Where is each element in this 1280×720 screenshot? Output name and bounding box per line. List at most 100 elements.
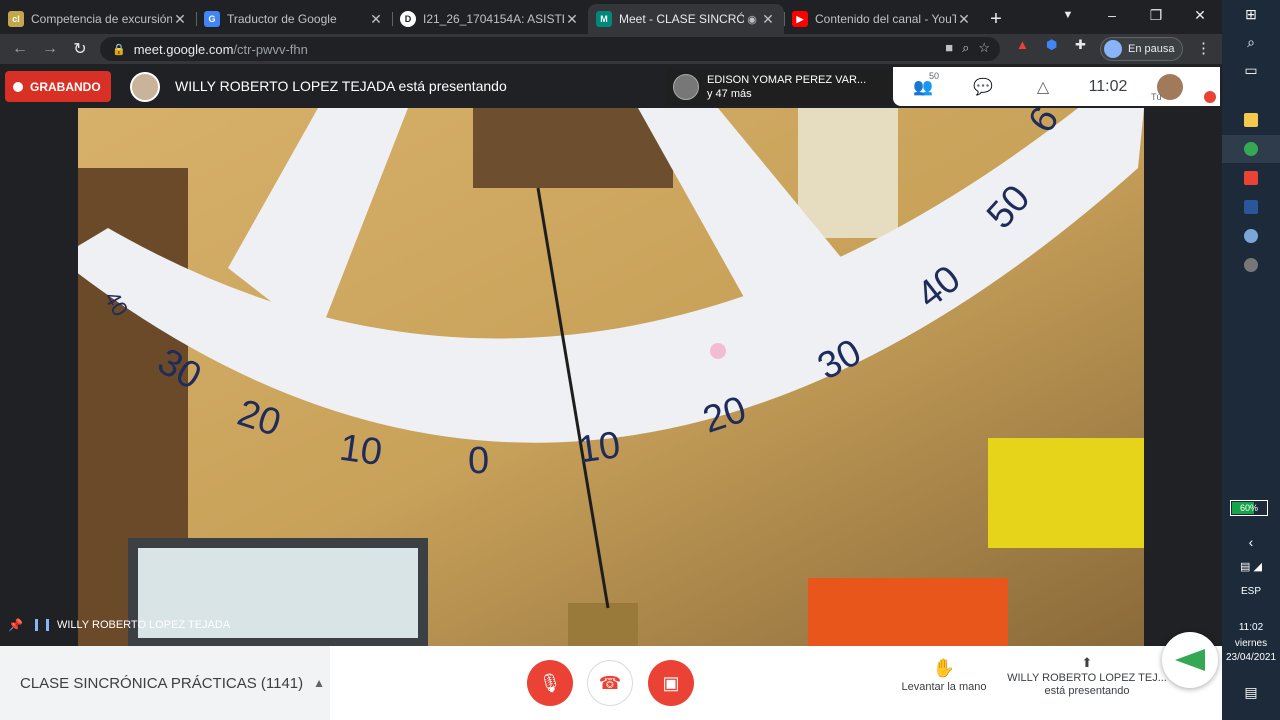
close-icon[interactable]: ✕ bbox=[956, 11, 972, 28]
close-icon[interactable]: ✕ bbox=[172, 11, 188, 28]
menu-kebab-icon[interactable]: ⋮ bbox=[1196, 39, 1211, 57]
clock-day[interactable]: viernes bbox=[1222, 638, 1280, 650]
recording-badge: GRABANDO bbox=[5, 71, 111, 102]
battery-indicator[interactable]: 60% bbox=[1230, 500, 1268, 516]
back-icon[interactable]: ← bbox=[5, 40, 35, 58]
extensions-puzzle-icon[interactable]: ✚ bbox=[1075, 37, 1086, 53]
language-indicator[interactable]: ESP bbox=[1222, 586, 1280, 598]
shield-extension-icon[interactable]: ⬢ bbox=[1046, 37, 1057, 53]
meeting-clock: 11:02 bbox=[1088, 77, 1128, 95]
chrome-icon[interactable] bbox=[1222, 135, 1280, 163]
camera-toggle-button[interactable]: ▣ bbox=[648, 660, 694, 706]
wall-frame bbox=[473, 108, 673, 188]
acrobat-icon[interactable] bbox=[1222, 164, 1280, 192]
hang-up-button[interactable]: ☎ bbox=[587, 660, 633, 706]
tab-asistencia[interactable]: D I21_26_1704154A: ASISTENC ✕ bbox=[392, 4, 588, 34]
chevron-up-icon: ▲ bbox=[313, 676, 326, 690]
camera-icon[interactable]: ■ bbox=[945, 40, 953, 56]
new-tab-button[interactable]: + bbox=[980, 4, 1012, 34]
camera-off-icon: ▣ bbox=[662, 672, 680, 693]
close-window-button[interactable]: ✕ bbox=[1178, 0, 1222, 30]
close-icon[interactable]: ✕ bbox=[368, 11, 384, 28]
participant-count: 50 bbox=[929, 70, 940, 81]
url-path: /ctr-pwvv-fhn bbox=[233, 41, 308, 57]
address-bar[interactable]: 🔒 meet.google.com /ctr-pwvv-fhn ■ ⌕ ☆ bbox=[100, 37, 1000, 61]
omnibox-actions: ■ ⌕ ☆ bbox=[945, 40, 990, 56]
meet-top-bar: GRABANDO WILLY ROBERTO LOPEZ TEJADA está… bbox=[0, 64, 1222, 106]
close-icon[interactable]: ✕ bbox=[760, 11, 776, 28]
tab-search-icon[interactable]: ▼ bbox=[1046, 0, 1090, 30]
mic-toggle-button[interactable]: 🎙 bbox=[527, 660, 573, 706]
raise-hand-button[interactable]: ✋ Levantar la mano bbox=[892, 658, 996, 693]
zoom-icon[interactable]: ⌕ bbox=[962, 40, 969, 56]
windows-start-icon[interactable]: ⊞ bbox=[1222, 0, 1280, 28]
notifications-icon[interactable]: ▤ bbox=[1222, 678, 1280, 706]
audio-level-icon bbox=[34, 619, 49, 631]
clock-date[interactable]: 23/04/2021 bbox=[1222, 652, 1280, 664]
network-icon[interactable]: ▤ ◢ bbox=[1222, 552, 1280, 580]
word-icon[interactable] bbox=[1222, 193, 1280, 221]
present-screen-icon: ⬆ bbox=[1081, 655, 1093, 670]
meet-bottom-bar: CLASE SINCRÓNICA PRÁCTICAS (1141) ▲ 🎙 ☎ … bbox=[0, 632, 1222, 720]
battery-text: 60% bbox=[1239, 503, 1258, 513]
green-arrow-icon bbox=[1175, 649, 1205, 671]
meeting-name: CLASE SINCRÓNICA PRÁCTICAS (1141) bbox=[20, 674, 304, 692]
tab-competencia[interactable]: cl Competencia de excursión ✕ bbox=[0, 4, 196, 34]
tab-youtube[interactable]: ▶ Contenido del canal - YouT ✕ bbox=[784, 4, 980, 34]
record-dot-icon bbox=[13, 81, 23, 92]
yellow-box bbox=[988, 438, 1144, 548]
app-icon[interactable] bbox=[1222, 251, 1280, 279]
pin-icon[interactable]: 📌 bbox=[8, 618, 23, 632]
meet-panel-controls: 👥 50 💬 △ 11:02 Tú bbox=[893, 67, 1220, 106]
brass-weight bbox=[568, 603, 638, 646]
url-host: meet.google.com bbox=[133, 41, 234, 57]
present-status-button[interactable]: ⬆ WILLY ROBERTO LOPEZ TEJ... está presen… bbox=[1003, 656, 1171, 698]
floating-action-button[interactable] bbox=[1162, 632, 1218, 688]
tab-meet[interactable]: M Meet - CLASE SINCRÓ ◉ ✕ bbox=[588, 4, 784, 34]
classroom-icon: cl bbox=[8, 11, 24, 27]
task-view-icon[interactable]: ▭ bbox=[1222, 56, 1280, 84]
recording-label: GRABANDO bbox=[30, 79, 101, 94]
profile-status: En pausa bbox=[1128, 43, 1175, 55]
participant-more: y 47 más bbox=[707, 88, 752, 100]
people-icon[interactable]: 👥 50 bbox=[893, 71, 953, 97]
hand-icon: ✋ bbox=[932, 658, 956, 678]
participants-preview[interactable]: EDISON YOMAR PEREZ VAR... y 47 más bbox=[667, 69, 891, 105]
tile-name: WILLY ROBERTO LOPEZ TEJADA bbox=[56, 619, 231, 631]
tab-title: Contenido del canal - YouT bbox=[815, 12, 956, 26]
scale-label: 0 bbox=[468, 440, 489, 482]
tab-title: Traductor de Google bbox=[227, 12, 337, 26]
restore-button[interactable]: ❐ bbox=[1134, 0, 1178, 30]
doc-icon: D bbox=[400, 11, 416, 27]
scale-label: 10 bbox=[575, 424, 623, 471]
video-frame: 30 20 10 0 10 20 30 40 50 6 40 bbox=[78, 108, 1144, 646]
clock-time[interactable]: 11:02 bbox=[1222, 622, 1280, 634]
tab-title: Competencia de excursión bbox=[31, 12, 172, 26]
file-explorer-icon[interactable] bbox=[1222, 106, 1280, 134]
profile-button[interactable]: En pausa bbox=[1100, 37, 1184, 61]
youtube-icon: ▶ bbox=[792, 11, 808, 27]
reload-icon[interactable]: ↻ bbox=[65, 39, 95, 59]
pdf-extension-icon[interactable]: ▲ bbox=[1016, 37, 1029, 52]
tab-traductor[interactable]: G Traductor de Google ✕ bbox=[196, 4, 392, 34]
paint-icon[interactable] bbox=[1222, 222, 1280, 250]
lock-icon: 🔒 bbox=[112, 43, 126, 56]
wall-certificate bbox=[798, 108, 898, 238]
participant-name: EDISON YOMAR PEREZ VAR... bbox=[707, 74, 867, 86]
minimize-button[interactable]: – bbox=[1090, 0, 1134, 30]
avatar bbox=[1104, 40, 1122, 58]
recording-dot-icon: ◉ bbox=[747, 13, 757, 26]
bookmark-star-icon[interactable]: ☆ bbox=[978, 40, 990, 56]
presentation-video: 30 20 10 0 10 20 30 40 50 6 40 bbox=[78, 108, 1144, 646]
self-label: Tú bbox=[1151, 92, 1162, 102]
tab-title: Meet - CLASE SINCRÓ bbox=[619, 12, 744, 26]
laser-dot bbox=[710, 343, 726, 359]
search-icon[interactable]: ⌕ bbox=[1222, 28, 1280, 56]
forward-icon[interactable]: → bbox=[35, 40, 65, 58]
meeting-details-button[interactable]: CLASE SINCRÓNICA PRÁCTICAS (1141) ▲ bbox=[0, 646, 330, 720]
scale-label: 10 bbox=[337, 427, 385, 474]
windows-taskbar: ⊞ ⌕ ▭ 60% ‹ ▤ ◢ ESP 11:02 viernes 23/04/… bbox=[1222, 0, 1280, 720]
chat-icon[interactable]: 💬 bbox=[953, 77, 1013, 97]
close-icon[interactable]: ✕ bbox=[564, 11, 580, 28]
activities-icon[interactable]: △ bbox=[1013, 77, 1073, 97]
